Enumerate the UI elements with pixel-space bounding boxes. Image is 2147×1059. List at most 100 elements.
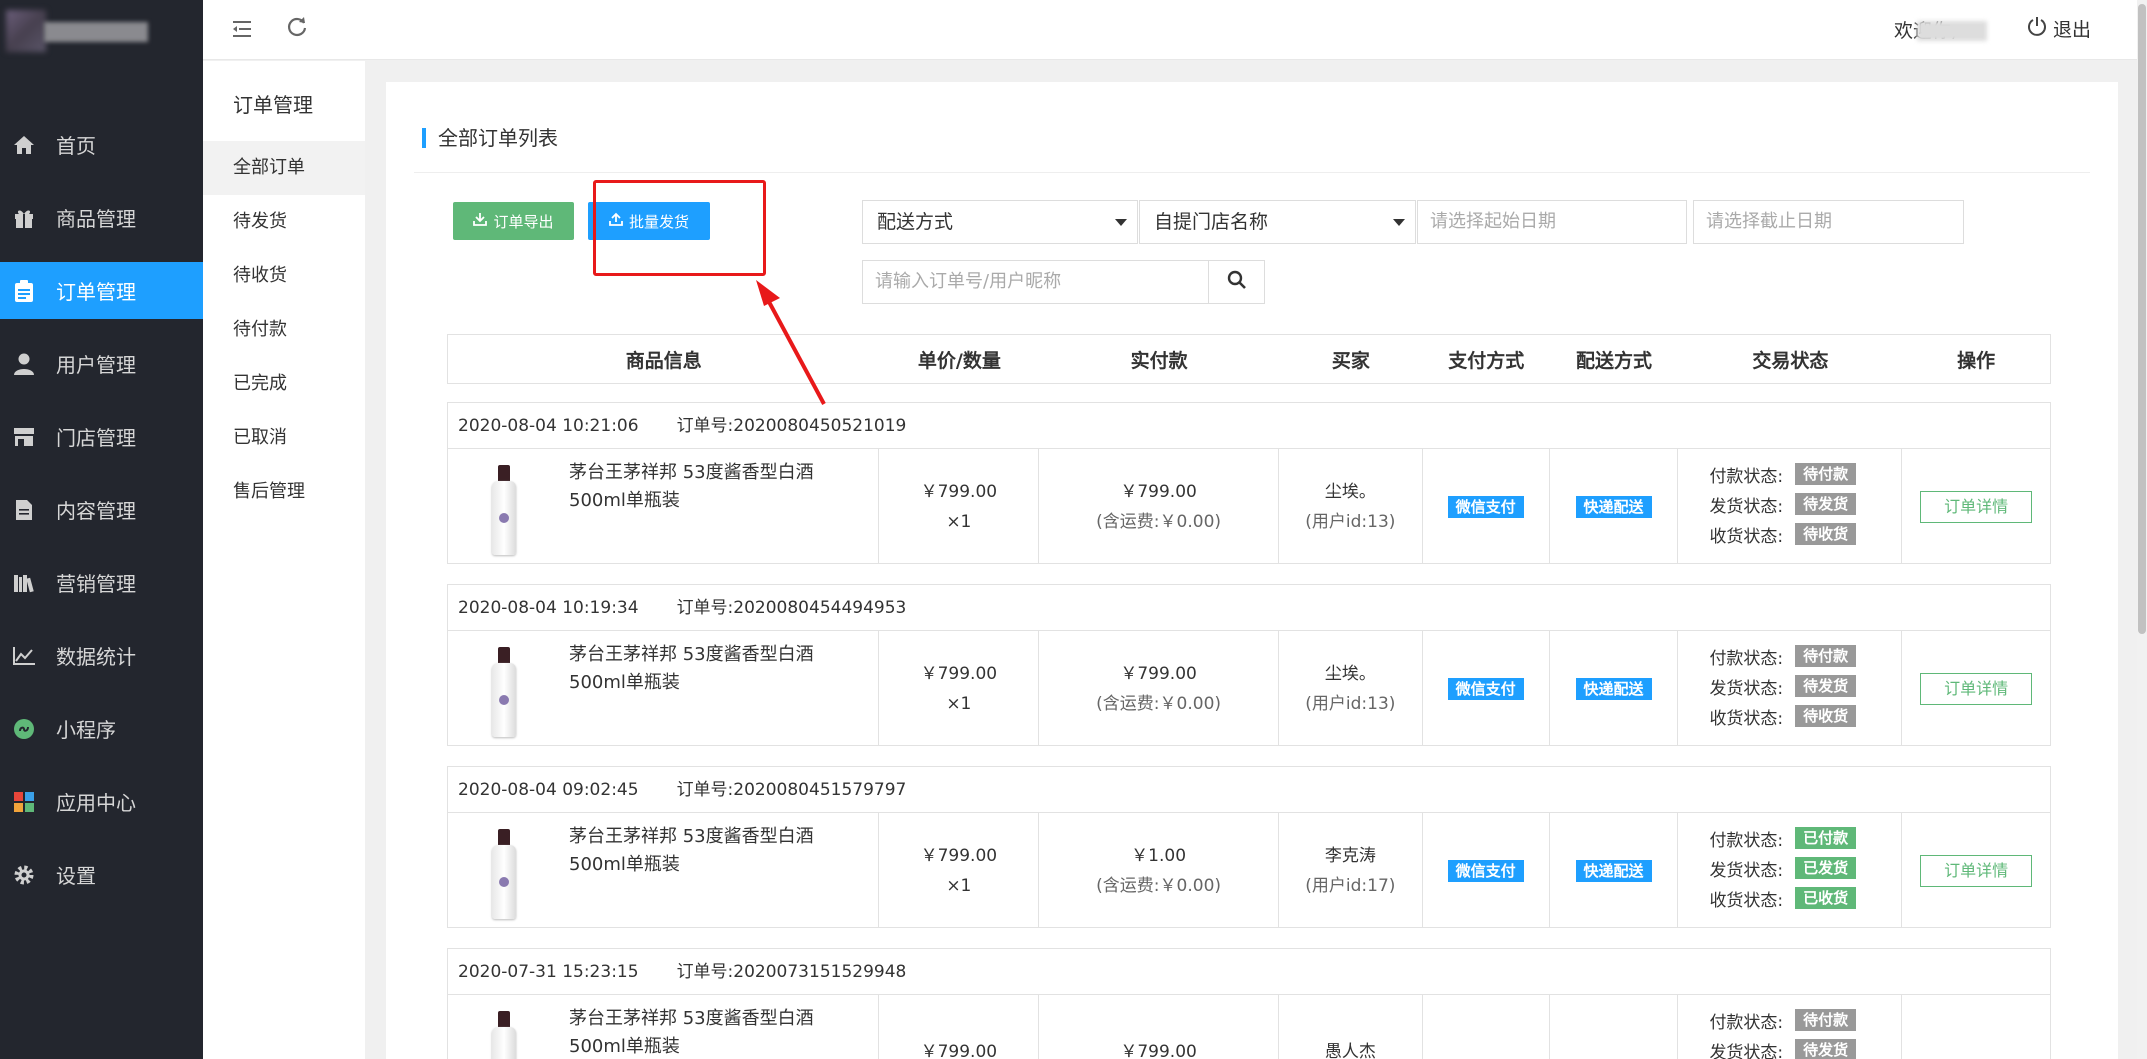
clipboard-icon (12, 279, 36, 303)
search-input[interactable]: 请输入订单号/用户昵称 (862, 260, 1209, 304)
sidebar-item-home[interactable]: 首页 (0, 108, 203, 181)
user-icon (12, 352, 36, 376)
product-image (488, 647, 518, 739)
sidebar-item-app-center[interactable]: 应用中心 (0, 765, 203, 838)
end-date-input[interactable]: 请选择截止日期 (1693, 200, 1964, 244)
power-icon (2027, 16, 2047, 41)
unit-price: ￥799.00 (920, 663, 998, 684)
product-name[interactable]: 茅台王茅祥邦 53度酱香型白酒500ml单瓶装 (569, 1005, 859, 1059)
status-badge: 待付款 (1795, 1009, 1857, 1031)
logout-label: 退出 (2052, 19, 2091, 41)
books-icon (12, 571, 36, 595)
sidebar: 首页 商品管理 订单管理 用户管理 门店管理 内容管理 营销管理 数据统计 小程… (0, 0, 203, 1059)
store-name-select[interactable]: 自提门店名称 (1139, 200, 1416, 244)
order-time: 2020-07-31 15:23:15 (458, 962, 639, 982)
product-name[interactable]: 茅台王茅祥邦 53度酱香型白酒500ml单瓶装 (569, 641, 859, 697)
logout-button[interactable]: 退出 (2027, 15, 2091, 42)
trade-status: 付款状态: 待付款 发货状态: 待发货 (1678, 995, 1903, 1059)
trade-status: 付款状态: 已付款 发货状态: 已发货 收货状态: 已收货 (1678, 813, 1903, 928)
gift-icon (12, 206, 36, 230)
order-number: 订单号:2020080454494953 (676, 598, 907, 618)
buyer-name: 愚人杰 (1324, 1042, 1376, 1059)
unit-price: ￥799.00 (920, 481, 998, 502)
quantity: ×1 (946, 511, 972, 532)
delivery-method-badge: 快递配送 (1575, 495, 1652, 518)
top-bar: 欢迎你, 退出 (203, 0, 2147, 60)
sidebar-item-label: 营销管理 (56, 572, 136, 596)
status-badge: 待发货 (1795, 1039, 1857, 1059)
payment-method-badge: 微信支付 (1447, 859, 1524, 882)
order-time: 2020-08-04 10:19:34 (458, 598, 639, 618)
annotation-highlight-box (593, 180, 766, 276)
subnav-item-cancelled[interactable]: 已取消 (203, 411, 365, 465)
status-badge: 待收货 (1795, 523, 1857, 545)
store-icon (12, 425, 36, 449)
sidebar-item-products[interactable]: 商品管理 (0, 181, 203, 254)
sidebar-item-settings[interactable]: 设置 (0, 838, 203, 911)
unit-price: ￥799.00 (920, 1042, 998, 1059)
shipping-fee: (含运费:￥0.00) (1096, 875, 1222, 896)
payment-method-badge: 微信支付 (1447, 495, 1524, 518)
sidebar-item-label: 订单管理 (56, 280, 136, 304)
column-header: 支付方式 (1448, 349, 1525, 372)
subnav-item-after-sales[interactable]: 售后管理 (203, 465, 365, 519)
sidebar-item-users[interactable]: 用户管理 (0, 327, 203, 400)
product-info: 茅台王茅祥邦 53度酱香型白酒500ml单瓶装 (448, 813, 880, 928)
product-image (488, 829, 518, 921)
export-label: 订单导出 (493, 212, 554, 231)
buyer-name: 李克涛 (1324, 845, 1376, 866)
sidebar-item-label: 用户管理 (56, 353, 136, 377)
subnav-item-all[interactable]: 全部订单 (203, 141, 365, 195)
sidebar-item-orders[interactable]: 订单管理 (0, 262, 203, 319)
order-detail-button[interactable]: 订单详情 (1920, 490, 2033, 523)
order-number: 订单号:2020080451579797 (676, 780, 907, 800)
status-label: 付款状态: (1709, 830, 1784, 851)
order-row: 2020-08-04 10:21:06 订单号:2020080450521019 … (447, 402, 2051, 564)
sidebar-item-stores[interactable]: 门店管理 (0, 400, 203, 473)
chevron-down-icon (1115, 219, 1127, 226)
sidebar-item-statistics[interactable]: 数据统计 (0, 619, 203, 692)
sidebar-item-label: 首页 (56, 134, 96, 158)
page-scrollbar[interactable] (2137, 0, 2147, 1059)
product-image (488, 1011, 518, 1059)
buyer-id: (用户id:13) (1305, 693, 1396, 714)
gear-icon (12, 863, 36, 887)
subnav-title: 订单管理 (233, 93, 313, 117)
product-info: 茅台王茅祥邦 53度酱香型白酒500ml单瓶装 (448, 631, 880, 746)
order-detail-button[interactable]: 订单详情 (1920, 854, 2033, 887)
shipping-fee: (含运费:￥0.00) (1096, 693, 1222, 714)
search-button[interactable] (1208, 260, 1265, 304)
shipping-fee: (含运费:￥0.00) (1096, 511, 1222, 532)
product-name[interactable]: 茅台王茅祥邦 53度酱香型白酒500ml单瓶装 (569, 459, 859, 515)
subnav-item-to-pay[interactable]: 待付款 (203, 303, 365, 357)
collapse-menu-icon[interactable] (233, 16, 253, 44)
subnav-item-completed[interactable]: 已完成 (203, 357, 365, 411)
quantity: ×1 (946, 693, 972, 714)
order-row: 2020-08-04 10:19:34 订单号:2020080454494953 … (447, 584, 2051, 746)
payment-method-badge: 微信支付 (1447, 677, 1524, 700)
subnav-item-to-ship[interactable]: 待发货 (203, 195, 365, 249)
order-time: 2020-08-04 09:02:45 (458, 780, 639, 800)
sidebar-item-label: 商品管理 (56, 207, 136, 231)
export-orders-button[interactable]: 订单导出 (453, 202, 574, 240)
status-badge: 待收货 (1795, 705, 1857, 727)
order-detail-button[interactable]: 订单详情 (1920, 672, 2033, 705)
status-label: 付款状态: (1709, 648, 1784, 669)
product-name[interactable]: 茅台王茅祥邦 53度酱香型白酒500ml单瓶装 (569, 823, 859, 879)
paid-amount: ￥799.00 (1120, 481, 1197, 502)
status-label: 发货状态: (1709, 860, 1784, 881)
subnav-item-to-receive[interactable]: 待收货 (203, 249, 365, 303)
column-header: 单价/数量 (917, 349, 1001, 372)
sidebar-item-label: 门店管理 (56, 426, 136, 450)
start-date-input[interactable]: 请选择起始日期 (1417, 200, 1687, 244)
sidebar-item-content[interactable]: 内容管理 (0, 473, 203, 546)
sidebar-item-miniprogram[interactable]: 小程序 (0, 692, 203, 765)
refresh-icon[interactable] (286, 16, 308, 44)
delivery-method-select[interactable]: 配送方式 (862, 200, 1138, 244)
status-label: 收货状态: (1709, 890, 1784, 911)
sidebar-item-marketing[interactable]: 营销管理 (0, 546, 203, 619)
chevron-down-icon (1393, 219, 1405, 226)
status-badge: 待发货 (1795, 675, 1857, 697)
paid-amount: ￥799.00 (1120, 1042, 1197, 1059)
status-label: 付款状态: (1709, 1012, 1784, 1033)
